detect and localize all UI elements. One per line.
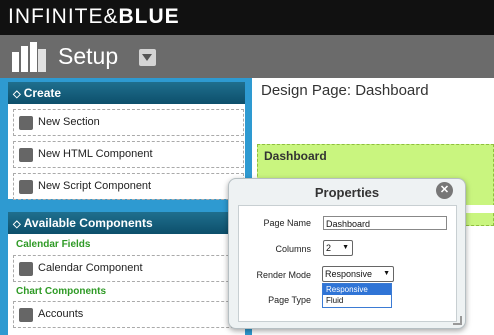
- render-mode-select[interactable]: Responsive ▼: [322, 266, 394, 282]
- properties-title: Properties: [314, 185, 380, 200]
- calendar-component-label: Calendar Component: [38, 262, 143, 274]
- columns-label: Columns: [275, 244, 311, 254]
- new-html-component-item[interactable]: New HTML Component: [13, 141, 244, 168]
- available-components-header[interactable]: ◇ Available Components: [8, 212, 245, 234]
- create-panel-title: Create: [23, 86, 62, 100]
- bar-chart-icon: [19, 308, 33, 322]
- new-script-component-label: New Script Component: [38, 180, 152, 192]
- columns-select[interactable]: 2 ▼: [323, 240, 353, 256]
- brand-name-bold: BLUE: [118, 5, 180, 28]
- infinity-icon: &: [103, 5, 119, 28]
- create-panel-header[interactable]: ◇ Create: [8, 82, 245, 104]
- accounts-item[interactable]: Accounts: [13, 301, 244, 328]
- brand-bar: INFINITE&BLUE: [0, 0, 494, 35]
- render-mode-dropdown: Responsive Fluid: [322, 283, 392, 308]
- page-type-label: Page Type: [268, 295, 311, 305]
- dashboard-section-label: Dashboard: [264, 149, 327, 163]
- section-icon: [19, 116, 33, 130]
- calendar-component-item[interactable]: Calendar Component: [13, 255, 244, 282]
- new-html-component-label: New HTML Component: [38, 148, 153, 160]
- new-section-item[interactable]: New Section: [13, 109, 244, 136]
- page-name-input[interactable]: Dashboard: [323, 216, 447, 230]
- render-mode-option-fluid[interactable]: Fluid: [323, 295, 391, 306]
- cube-icon: [19, 262, 33, 276]
- brand-name-light: INFINITE: [8, 5, 104, 28]
- properties-body: Page Name Dashboard Columns 2 ▼ Render Mo…: [238, 205, 457, 322]
- properties-dialog: Properties ✕ Page Name Dashboard Columns…: [228, 178, 466, 329]
- render-mode-option-responsive[interactable]: Responsive: [323, 284, 391, 295]
- available-components-panel: ◇ Available Components Calendar Fields Ca…: [8, 212, 245, 335]
- columns-value: 2: [326, 243, 332, 253]
- accounts-label: Accounts: [38, 308, 84, 320]
- render-mode-label: Render Mode: [256, 270, 311, 280]
- chevron-toggle-icon: ◇: [13, 89, 21, 100]
- setup-header: Setup: [0, 35, 494, 78]
- chevron-down-icon: ▼: [342, 244, 349, 251]
- sidebar: ◇ Create New Section New HTML Component N…: [0, 78, 252, 335]
- script-icon: [19, 180, 33, 194]
- create-panel: ◇ Create New Section New HTML Component N…: [8, 82, 245, 200]
- resize-handle[interactable]: [453, 316, 462, 325]
- new-script-component-item[interactable]: New Script Component: [13, 173, 244, 200]
- page-title: Setup: [58, 43, 119, 69]
- chevron-toggle-icon: ◇: [13, 219, 21, 230]
- new-section-label: New Section: [38, 116, 100, 128]
- design-page-title: Design Page: Dashboard: [261, 82, 429, 99]
- render-mode-value: Responsive: [325, 269, 373, 279]
- code-icon: [19, 148, 33, 162]
- available-components-title: Available Components: [23, 216, 153, 230]
- chevron-down-icon: ▼: [383, 270, 390, 277]
- brand-logo: INFINITE&BLUE: [8, 6, 180, 28]
- category-calendar-fields: Calendar Fields: [16, 239, 91, 250]
- close-icon[interactable]: ✕: [436, 182, 453, 199]
- category-chart-components: Chart Components: [16, 286, 106, 297]
- page-name-label: Page Name: [263, 218, 311, 228]
- setup-logo-icon: [12, 42, 46, 72]
- setup-dropdown-button[interactable]: [139, 49, 156, 66]
